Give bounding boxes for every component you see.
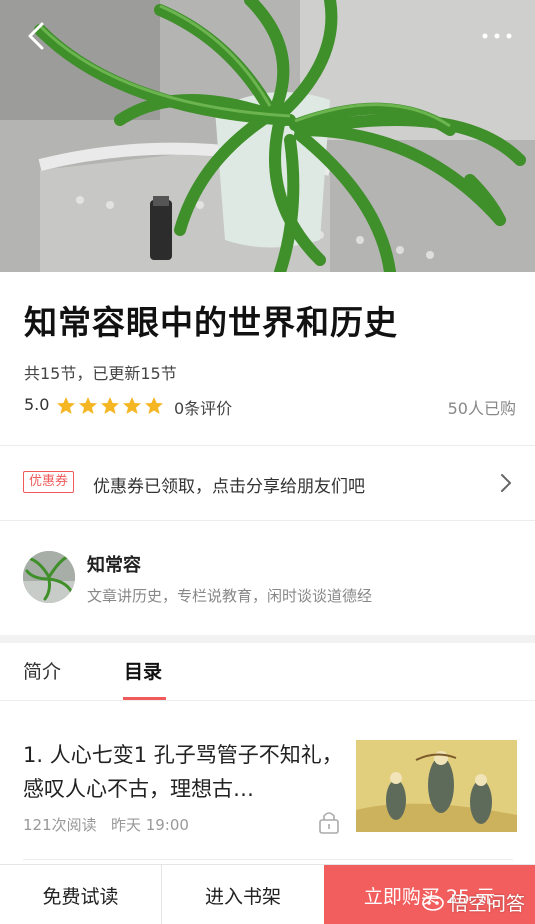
sections-count: 共15节，已更新15节 [24,364,177,383]
cactus-photo [0,0,535,272]
wukong-logo-icon [422,894,444,911]
divider [23,859,513,860]
author-name: 知常容 [87,555,141,576]
cover-image [0,0,535,272]
lock-icon [319,812,339,834]
publish-time: 昨天 19:00 [110,816,189,834]
coupon-tag: 优惠券 [23,471,75,493]
article-title: 1. 人心七变1 孔子骂管子不知礼，感叹人心不古，理想古… [23,743,343,801]
author-card[interactable]: 知常容 文章讲历史，专栏说教育，闲时谈谈道德经 [0,521,535,635]
watermark: 悟空问答 [421,889,525,916]
star-icon [101,397,119,414]
rating-value: 5.0 [24,395,50,414]
article-thumbnail [356,740,517,832]
star-icon [123,397,141,414]
star-icon [79,397,97,414]
tab-bar: 简介 目录 [0,643,535,701]
active-tab-indicator [123,697,166,700]
page-title: 知常容眼中的世界和历史 [24,303,398,342]
coupon-share-row[interactable]: 优惠券 优惠券已领取，点击分享给朋友们吧 [0,446,535,520]
read-count: 121次阅读 [23,816,97,834]
watermark-text: 悟空问答 [448,893,525,915]
buyer-count: 50人已购 [447,399,516,418]
more-button[interactable] [477,26,517,46]
free-trial-button[interactable]: 免费试读 [0,865,162,924]
more-horizontal-icon [482,33,512,39]
avatar[interactable] [23,551,75,603]
tab-intro[interactable]: 简介 [23,657,61,684]
section-separator [0,635,535,643]
article-meta: 121次阅读 昨天 19:00 [23,814,189,835]
add-to-shelf-button[interactable]: 进入书架 [162,865,324,924]
tab-toc[interactable]: 目录 [124,657,162,684]
painting-image [356,740,517,832]
review-count[interactable]: 0条评价 [174,395,232,419]
chevron-left-icon [28,22,44,50]
back-button[interactable] [20,18,56,54]
author-avatar-image [23,551,75,603]
star-rating [56,396,164,416]
rating-row: 5.0 0条评价 50人已购 [24,394,516,418]
list-item[interactable]: 1. 人心七变1 孔子骂管子不知礼，感叹人心不古，理想古… 121次阅读 昨天 … [0,702,535,862]
author-description: 文章讲历史，专栏说教育，闲时谈谈道德经 [87,587,373,605]
star-icon [145,397,163,414]
coupon-text: 优惠券已领取，点击分享给朋友们吧 [93,477,365,497]
chevron-right-icon [501,474,511,492]
star-icon [57,397,75,414]
